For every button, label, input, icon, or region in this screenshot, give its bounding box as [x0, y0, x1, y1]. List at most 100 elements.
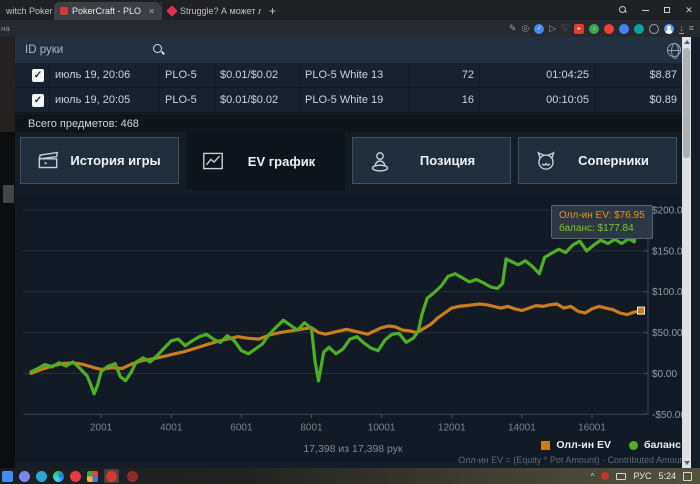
maximize-button[interactable]	[656, 0, 678, 20]
left-edge	[0, 37, 15, 468]
table-row[interactable]: ✓ июль 19, 20:06 PLO-5 $0.01/$0.02 PLO-5…	[15, 63, 691, 88]
total-items-label: Всего предметов: 468	[28, 117, 139, 130]
hand-id-search-input[interactable]	[25, 44, 145, 56]
edit-icon[interactable]: ✎	[509, 24, 517, 33]
hand-history-table: ✓ июль 19, 20:06 PLO-5 $0.01/$0.02 PLO-5…	[15, 63, 691, 113]
tooltip-balance-value: баланс: $177.84	[559, 223, 634, 234]
cell-table: PLO-5 White 19	[300, 88, 410, 112]
cell-table: PLO-5 White 13	[300, 63, 410, 87]
cell-amount: $0.89	[649, 94, 677, 106]
taskbar-app-red2[interactable]	[125, 469, 140, 483]
tab-label: EV график	[247, 153, 316, 169]
pokercraft-favicon	[60, 7, 68, 15]
cell-hands: 16	[410, 88, 480, 112]
taskbar-app-maps[interactable]	[70, 470, 81, 482]
scroll-down-arrow[interactable]	[682, 458, 691, 468]
tab-label: История игры	[70, 153, 161, 168]
tab-label: Позиция	[419, 153, 476, 168]
svg-text:6001: 6001	[230, 422, 253, 433]
tray-app-icon[interactable]	[601, 472, 610, 480]
globe-extension-icon[interactable]	[649, 23, 660, 34]
close-tab-icon[interactable]: ✕	[148, 7, 155, 16]
view-tabs: История игры EV график Позиция Соперники	[15, 132, 691, 195]
window-controls: ✕	[612, 0, 700, 20]
row-checkbox[interactable]: ✓	[32, 93, 44, 107]
cell-game: PLO-5	[160, 88, 215, 112]
heart-icon[interactable]: ♡	[561, 24, 569, 33]
close-window-button[interactable]: ✕	[678, 0, 700, 20]
svg-text:10001: 10001	[368, 422, 396, 433]
hand-search-bar	[15, 37, 691, 63]
scroll-up-arrow[interactable]	[682, 37, 691, 47]
video-extension-icon[interactable]: ▸	[574, 23, 585, 34]
address-fragment: на	[1, 24, 10, 33]
tooltip-ev-value: Олл-ин EV: $76.95	[559, 210, 645, 221]
cell-amount: $8.87	[649, 69, 677, 81]
cell-stakes: $0.01/$0.02	[215, 63, 300, 87]
download-icon[interactable]: ↓	[679, 23, 684, 34]
cart-extension-icon[interactable]	[619, 23, 630, 34]
hands-counter: 17,398 из 17,398 рук	[303, 443, 403, 455]
position-pin-icon	[371, 151, 389, 172]
taskbar-app-photos[interactable]	[87, 470, 98, 482]
tab-game-history[interactable]: История игры	[20, 137, 179, 184]
tab-favicon	[166, 5, 178, 17]
browser-tab-bar: witch Poker Moment ✕ PokerCraft - PLO ✕ …	[0, 0, 700, 20]
svg-text:16001: 16001	[578, 422, 606, 433]
shield-extension-icon[interactable]: ✓	[534, 23, 545, 34]
cell-stakes: $0.01/$0.02	[215, 88, 300, 112]
browser-tab-twitch[interactable]: witch Poker Moment ✕	[0, 2, 54, 20]
tab-ev-graph[interactable]: EV график	[186, 132, 345, 190]
taskbar-app-telegram[interactable]	[36, 470, 47, 482]
cell-date: июль 19, 20:06	[50, 63, 160, 87]
tray-expand-icon[interactable]: ^	[591, 472, 595, 481]
tab-position[interactable]: Позиция	[352, 137, 511, 184]
globe-icon[interactable]	[667, 43, 681, 59]
svg-text:$50.00: $50.00	[652, 328, 683, 339]
minimize-button[interactable]	[634, 0, 656, 20]
profile-avatar-icon[interactable]	[664, 23, 675, 34]
row-checkbox[interactable]: ✓	[32, 68, 44, 82]
page-scrollbar[interactable]	[682, 37, 691, 468]
scrollbar-thumb[interactable]	[683, 48, 690, 158]
svg-text:8001: 8001	[300, 422, 323, 433]
display-icon[interactable]	[616, 472, 627, 480]
clock[interactable]: 5:24	[658, 471, 676, 481]
camera-icon[interactable]: ◎	[521, 24, 529, 33]
system-tray: ^ РУС 5:24	[591, 471, 700, 481]
chart-tooltip: Олл-ин EV: $76.95 баланс: $177.84	[551, 205, 653, 239]
play-icon[interactable]: ▷	[549, 24, 556, 33]
cell-hands: 72	[410, 63, 480, 87]
cell-duration: 01:04:25	[480, 63, 595, 87]
cat-face-icon	[537, 151, 555, 170]
browser-tab-pokercraft[interactable]: PokerCraft - PLO ✕	[54, 2, 161, 20]
language-indicator[interactable]: РУС	[633, 471, 651, 481]
ev-chart-panel: $200.00 $150.00 $100.00 $50.00 $0.00 -$50.00 2…	[15, 195, 691, 465]
taskbar-app-active[interactable]	[104, 469, 119, 483]
taskbar-apps	[0, 469, 140, 483]
menu-icon[interactable]: ≡	[689, 24, 694, 33]
tab-label: Соперники	[578, 153, 649, 168]
tab-opponents[interactable]: Соперники	[518, 137, 677, 184]
notification-icon[interactable]	[683, 471, 692, 481]
cell-date: июль 19, 20:05	[50, 88, 160, 112]
table-row[interactable]: ✓ июль 19, 20:05 PLO-5 $0.01/$0.02 PLO-5…	[15, 88, 691, 113]
svg-text:12001: 12001	[438, 422, 466, 433]
screen: witch Poker Moment ✕ PokerCraft - PLO ✕ …	[0, 0, 700, 484]
page-content: ✓ июль 19, 20:06 PLO-5 $0.01/$0.02 PLO-5…	[15, 37, 691, 468]
svg-text:4001: 4001	[160, 422, 183, 433]
search-icon[interactable]	[153, 44, 165, 56]
red-extension-icon[interactable]	[604, 23, 615, 34]
teal-extension-icon[interactable]	[634, 23, 645, 34]
browser-tab-struggle[interactable]: Struggle? А может лучше ✕	[161, 2, 261, 20]
taskbar-app-discord[interactable]	[19, 470, 30, 482]
taskbar-app-edge[interactable]	[53, 470, 64, 482]
new-tab-button[interactable]: +	[269, 4, 276, 18]
taskbar-app-blue[interactable]	[2, 470, 13, 482]
browser-tab-title: PokerCraft - PLO	[72, 6, 142, 16]
extension-icons: ✎ ◎ ✓ ▷ ♡ ▸ ↓ ↓ ≡	[509, 23, 700, 34]
svg-text:$0.00: $0.00	[652, 369, 677, 380]
adblock-extension-icon[interactable]: ↓	[589, 23, 600, 34]
search-tabs-icon[interactable]	[612, 0, 634, 20]
ev-formula: Олл-ин EV = (Equity * Pot Amount) - Cont…	[458, 455, 687, 465]
